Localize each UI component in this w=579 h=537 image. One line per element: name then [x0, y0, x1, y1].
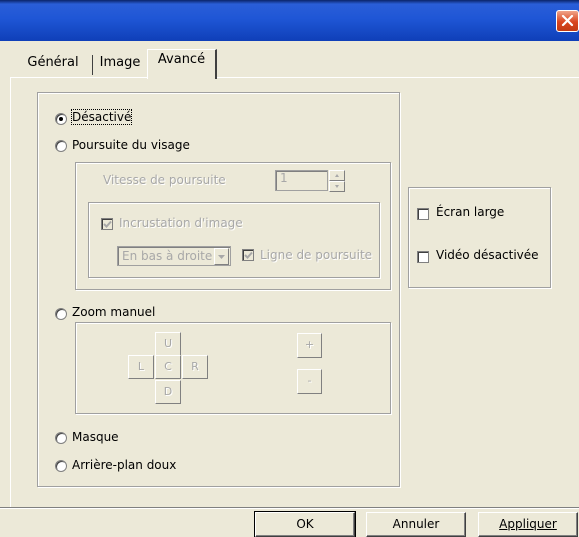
speed-down-button[interactable] — [329, 181, 345, 192]
video-off-label[interactable]: Vidéo désactivée — [436, 248, 539, 262]
overlay-checkbox[interactable] — [101, 218, 113, 230]
radio-zoom-label[interactable]: Zoom manuel — [72, 305, 155, 319]
radio-masque[interactable] — [55, 432, 67, 444]
radio-poursuite-label[interactable]: Poursuite du visage — [72, 138, 190, 152]
zoom-left-label: L — [137, 360, 145, 373]
radio-zoom[interactable] — [55, 308, 67, 320]
close-icon — [561, 15, 574, 27]
speed-up-button[interactable] — [329, 170, 345, 181]
zoom-down-label: D — [163, 385, 173, 398]
zoom-in-button[interactable]: + — [297, 333, 322, 358]
apply-button[interactable]: Appliquer — [478, 512, 578, 537]
speed-label: Vitesse de poursuite — [103, 173, 226, 187]
radio-desactive[interactable] — [55, 113, 67, 125]
spin-up-icon — [335, 174, 339, 177]
check-icon — [244, 251, 253, 259]
zoom-center-label: C — [164, 360, 172, 373]
zoom-out-label: - — [307, 374, 312, 387]
spin-down-icon — [335, 185, 339, 188]
radio-arriere-plan[interactable] — [55, 460, 67, 472]
chevron-down-icon — [218, 255, 225, 259]
zoom-down-button[interactable]: D — [155, 380, 181, 404]
zoom-out-button[interactable]: - — [297, 369, 322, 394]
zoom-center-button[interactable]: C — [155, 355, 181, 379]
wide-screen-label[interactable]: Écran large — [436, 205, 504, 219]
ok-label: OK — [296, 517, 314, 531]
tab-general-label: Général — [27, 55, 79, 70]
tracking-line-checkbox[interactable] — [242, 249, 254, 261]
zoom-left-button[interactable]: L — [128, 355, 154, 379]
check-icon — [103, 220, 112, 228]
position-dropdown[interactable]: En bas à droite — [117, 246, 231, 266]
video-off-checkbox[interactable] — [417, 251, 429, 263]
radio-desactive-label[interactable]: Désactivé — [70, 109, 133, 125]
cancel-label: Annuler — [392, 517, 440, 531]
title-bar[interactable] — [0, 0, 579, 41]
overlay-group — [88, 202, 380, 278]
zoom-right-label: R — [191, 360, 199, 373]
position-dropdown-button[interactable] — [214, 248, 229, 265]
button-bar-divider — [0, 507, 579, 509]
ok-button[interactable]: OK — [254, 511, 356, 537]
zoom-up-button[interactable]: U — [155, 332, 181, 356]
speed-input[interactable]: 1 — [275, 170, 328, 191]
tab-divider — [92, 55, 93, 75]
apply-label: Appliquer — [499, 517, 557, 531]
tab-avance-label: Avancé — [157, 52, 206, 67]
tab-image-label: Image — [99, 55, 141, 70]
properties-dialog: Général Image Avancé Désactivé Poursuite… — [0, 0, 579, 537]
wide-screen-checkbox[interactable] — [417, 208, 429, 220]
tab-general[interactable]: Général — [14, 53, 92, 77]
speed-value: 1 — [280, 171, 288, 185]
close-button[interactable] — [556, 10, 579, 32]
tab-avance[interactable]: Avancé — [147, 49, 217, 79]
cancel-button[interactable]: Annuler — [366, 512, 466, 537]
tab-image[interactable]: Image — [94, 53, 146, 77]
overlay-label: Incrustation d'image — [119, 216, 243, 230]
zoom-in-label: + — [304, 338, 315, 351]
radio-arriere-plan-label[interactable]: Arrière-plan doux — [72, 458, 176, 472]
tracking-line-label: Ligne de poursuite — [260, 248, 373, 262]
zoom-right-button[interactable]: R — [182, 355, 208, 379]
display-options-group — [408, 187, 551, 288]
zoom-group — [75, 322, 391, 414]
position-selected: En bas à droite — [122, 249, 213, 263]
radio-masque-label[interactable]: Masque — [72, 430, 119, 444]
radio-poursuite[interactable] — [55, 140, 67, 152]
zoom-up-label: U — [163, 337, 173, 350]
